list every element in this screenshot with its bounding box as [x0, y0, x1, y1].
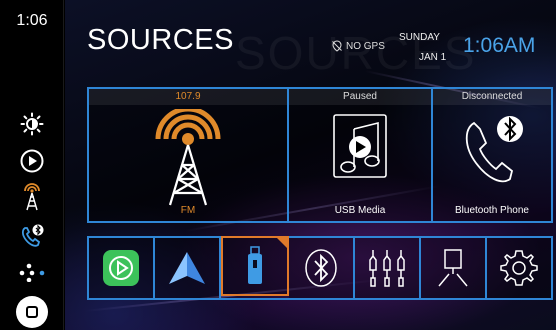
source-bluetooth-phone[interactable]: Disconnected Bluetooth Phone — [433, 89, 551, 221]
android-auto-icon — [169, 252, 205, 284]
usb-icon — [248, 246, 262, 284]
main-area: SOURCES SOURCES NO GPS SUNDAY JAN 1 1:06… — [65, 0, 556, 330]
brightness-icon[interactable] — [18, 110, 46, 138]
settings-icon — [500, 250, 538, 286]
home-icon[interactable] — [16, 296, 48, 328]
source-usb-media[interactable]: Paused USB Media — [289, 89, 433, 221]
play-icon[interactable] — [18, 147, 46, 175]
day-label: SUNDAY — [399, 32, 440, 43]
fm-frequency: 107.9 — [89, 89, 287, 105]
android-auto-button[interactable] — [155, 238, 221, 298]
source-launcher — [87, 236, 553, 300]
camera-button[interactable] — [421, 238, 487, 298]
page-title: SOURCES — [87, 24, 234, 56]
usb-media-status: Paused — [289, 89, 431, 105]
head-unit-screen: 1:06 SOURCES SOURCES NO GPS SUNDAY JAN 1… — [0, 0, 556, 330]
apps-dots-icon[interactable] — [18, 258, 46, 286]
gps-status-label: NO GPS — [346, 40, 385, 52]
source-panels: 107.9 FM Paused USB Media Disconnected B… — [87, 87, 553, 223]
fm-label: FM — [180, 205, 196, 216]
usb-media-icon — [289, 109, 431, 195]
bluetooth-button[interactable] — [289, 238, 355, 298]
source-fm[interactable]: 107.9 FM — [89, 89, 289, 221]
bluetooth-phone-label: Bluetooth Phone — [455, 205, 529, 216]
carplay-button[interactable] — [89, 238, 155, 298]
camera-icon — [438, 249, 468, 287]
date-label: JAN 1 — [419, 52, 447, 63]
no-gps-icon — [332, 40, 342, 52]
usb-media-label: USB Media — [334, 205, 386, 216]
sidebar-time: 1:06 — [16, 12, 48, 29]
fm-tower-icon[interactable] — [18, 183, 46, 211]
carplay-icon — [103, 250, 139, 286]
bluetooth-phone-icon — [433, 109, 551, 195]
gps-status: NO GPS — [331, 40, 385, 52]
settings-button[interactable] — [487, 238, 551, 298]
av-input-button[interactable] — [355, 238, 421, 298]
bluetooth-icon — [305, 249, 337, 287]
sidebar: 1:06 — [0, 0, 64, 330]
fm-tower-icon — [89, 109, 287, 209]
bluetooth-phone-status: Disconnected — [433, 89, 551, 105]
phone-bluetooth-icon[interactable] — [18, 222, 46, 250]
usb-button[interactable] — [221, 236, 289, 296]
av-input-icon — [369, 250, 405, 287]
clock: 1:06AM — [463, 34, 536, 57]
